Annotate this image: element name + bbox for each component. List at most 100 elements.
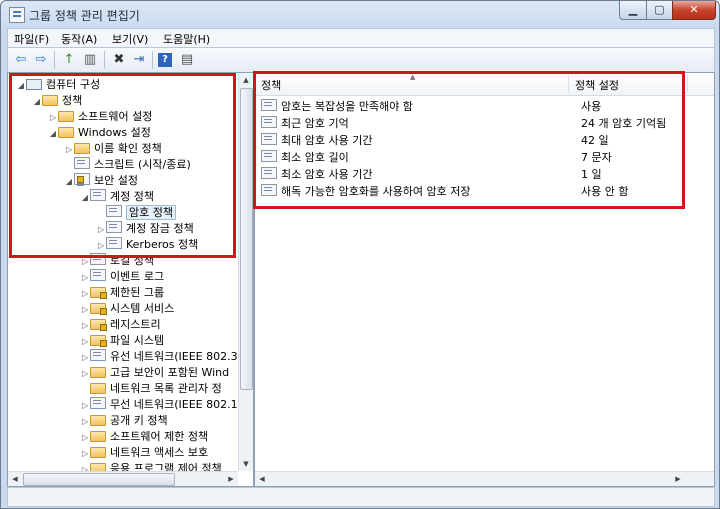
tree-item-account-lockout-policy[interactable]: ▷ 계정 잠금 정책: [96, 221, 194, 237]
tree-item-event-log[interactable]: ▷ 이벤트 로그: [80, 269, 164, 285]
tree-item-software-settings[interactable]: ▷ 소프트웨어 설정: [48, 109, 152, 125]
wireless-policy-icon: [90, 397, 106, 409]
scroll-right-arrow-icon[interactable]: ▶: [224, 472, 238, 486]
folder-icon: [90, 415, 106, 426]
minimize-button[interactable]: ▁: [619, 1, 647, 20]
policy-row[interactable]: 최대 암호 사용 기간 42 일: [261, 133, 711, 149]
tree-vertical-scrollbar[interactable]: ▲ ▼: [238, 73, 253, 471]
collapsed-arrow-icon[interactable]: ▷: [64, 142, 74, 158]
policy-row[interactable]: 암호는 복잡성을 만족해야 함 사용: [261, 99, 711, 115]
policy-row[interactable]: 최소 암호 길이 7 문자: [261, 150, 711, 166]
menu-view[interactable]: 보기(V): [112, 31, 148, 47]
tree-item-advanced-firewall[interactable]: ▷ 고급 보안이 포함된 Wind: [80, 365, 229, 381]
tree-item-wireless-network[interactable]: ▷ 무선 네트워크(IEEE 802.1: [80, 397, 238, 413]
policy-icon: [106, 221, 122, 233]
scroll-left-arrow-icon[interactable]: ◀: [8, 472, 22, 486]
column-header-policy[interactable]: 정책: [261, 77, 281, 93]
help-icon[interactable]: ?: [158, 53, 172, 67]
collapsed-arrow-icon[interactable]: ▷: [80, 366, 90, 382]
scroll-up-arrow-icon[interactable]: ▲: [239, 73, 253, 87]
collapsed-arrow-icon[interactable]: ▷: [80, 254, 90, 270]
collapsed-arrow-icon[interactable]: ▷: [80, 414, 90, 430]
show-hide-tree-icon[interactable]: ▥: [81, 51, 99, 69]
maximize-button[interactable]: ▢: [646, 1, 673, 20]
list-horizontal-scrollbar[interactable]: ◀ ▶: [255, 471, 714, 486]
collapsed-arrow-icon[interactable]: ▷: [48, 110, 58, 126]
policy-row[interactable]: 해독 가능한 암호화를 사용하여 암호 저장 사용 안 함: [261, 184, 711, 200]
policy-setting-icon: [261, 184, 277, 196]
tree-item-network-access-protection[interactable]: ▷ 네트워크 액세스 보호: [80, 445, 208, 461]
scroll-left-arrow-icon[interactable]: ◀: [255, 472, 269, 486]
export-list-icon[interactable]: ⇥: [130, 51, 148, 69]
tree-item-kerberos-policy[interactable]: ▷ Kerberos 정책: [96, 237, 198, 253]
collapsed-arrow-icon[interactable]: ▷: [80, 446, 90, 462]
tree-item-name-resolution-policy[interactable]: ▷ 이름 확인 정책: [64, 141, 162, 157]
tree-item-network-list-manager[interactable]: 네트워크 목록 관리자 정: [80, 381, 222, 397]
expanded-arrow-icon[interactable]: ◢: [80, 190, 90, 206]
column-divider[interactable]: [687, 75, 688, 93]
security-settings-icon: [74, 173, 90, 185]
collapsed-arrow-icon[interactable]: ▷: [96, 238, 106, 254]
title-bar[interactable]: 그룹 정책 관리 편집기 ▁ ▢ ✕: [1, 1, 719, 27]
folder-icon: [90, 383, 106, 394]
menu-action[interactable]: 동작(A): [61, 31, 97, 47]
column-divider[interactable]: [568, 75, 569, 93]
tree-item-system-services[interactable]: ▷ 시스템 서비스: [80, 301, 174, 317]
tree-item-restricted-groups[interactable]: ▷ 제한된 그룹: [80, 285, 164, 301]
expanded-arrow-icon[interactable]: ◢: [48, 126, 58, 142]
collapsed-arrow-icon[interactable]: ▷: [80, 302, 90, 318]
up-one-level-icon[interactable]: ↑: [60, 51, 78, 69]
folder-icon: [58, 111, 74, 122]
scroll-down-arrow-icon[interactable]: ▼: [239, 457, 253, 471]
collapsed-arrow-icon[interactable]: ▷: [80, 350, 90, 366]
scroll-right-arrow-icon[interactable]: ▶: [671, 472, 685, 486]
policy-row[interactable]: 최소 암호 사용 기간 1 일: [261, 167, 711, 183]
tree-item-password-policy[interactable]: 암호 정책: [96, 205, 176, 221]
folder-icon: [74, 143, 90, 154]
collapsed-arrow-icon[interactable]: ▷: [80, 334, 90, 350]
scroll-thumb[interactable]: [23, 473, 175, 486]
tree-item-security-settings[interactable]: ◢ 보안 설정: [64, 173, 138, 189]
tree-item-software-restriction[interactable]: ▷ 소프트웨어 제한 정책: [80, 429, 208, 445]
collapsed-arrow-icon[interactable]: ▷: [96, 222, 106, 238]
tree-item-computer-config[interactable]: ◢ 컴퓨터 구성: [16, 77, 100, 93]
tree-item-file-system[interactable]: ▷ 파일 시스템: [80, 333, 164, 349]
tree-item-local-policies[interactable]: ▷ 로컬 정책: [80, 253, 154, 269]
scripts-icon: [74, 157, 90, 169]
forward-icon[interactable]: ⇨: [32, 51, 50, 69]
folder-icon: [42, 95, 58, 106]
policy-setting-icon: [261, 99, 277, 111]
column-header-setting[interactable]: 정책 설정: [575, 77, 619, 93]
expanded-arrow-icon[interactable]: ◢: [16, 78, 26, 94]
tree-item-wired-network[interactable]: ▷ 유선 네트워크(IEEE 802.3: [80, 349, 238, 365]
policy-setting-icon: [261, 167, 277, 179]
tree-item-registry[interactable]: ▷ 레지스트리: [80, 317, 161, 333]
expanded-arrow-icon[interactable]: ◢: [32, 94, 42, 110]
delete-icon[interactable]: ✖: [110, 51, 128, 69]
collapsed-arrow-icon[interactable]: ▷: [80, 318, 90, 334]
close-button[interactable]: ✕: [672, 1, 716, 20]
folder-icon: [90, 447, 106, 458]
tree-item-account-policies[interactable]: ◢ 계정 정책: [80, 189, 154, 205]
tree-item-public-key-policies[interactable]: ▷ 공개 키 정책: [80, 413, 168, 429]
tree-item-policies[interactable]: ◢ 정책: [32, 93, 82, 109]
policy-setting-icon: [261, 150, 277, 162]
menu-help[interactable]: 도움말(H): [163, 31, 210, 47]
computer-icon: [26, 79, 42, 90]
properties-icon[interactable]: ▤: [178, 51, 196, 69]
collapsed-arrow-icon[interactable]: ▷: [80, 286, 90, 302]
collapsed-arrow-icon[interactable]: ▷: [80, 270, 90, 286]
tree-item-scripts[interactable]: 스크립트 (시작/종료): [64, 157, 191, 173]
status-bar: [7, 487, 715, 507]
back-icon[interactable]: ⇦: [12, 51, 30, 69]
tree-item-windows-settings[interactable]: ◢ Windows 설정: [48, 125, 151, 141]
menu-file[interactable]: 파일(F): [14, 31, 49, 47]
expanded-arrow-icon[interactable]: ◢: [64, 174, 74, 190]
scroll-thumb[interactable]: [240, 88, 253, 390]
folder-icon: [90, 431, 106, 442]
tree-horizontal-scrollbar[interactable]: ◀ ▶: [8, 471, 238, 486]
toolbar-separator: [104, 51, 105, 69]
policy-row[interactable]: 최근 암호 기억 24 개 암호 기억됨: [261, 116, 711, 132]
collapsed-arrow-icon[interactable]: ▷: [80, 430, 90, 446]
collapsed-arrow-icon[interactable]: ▷: [80, 398, 90, 414]
